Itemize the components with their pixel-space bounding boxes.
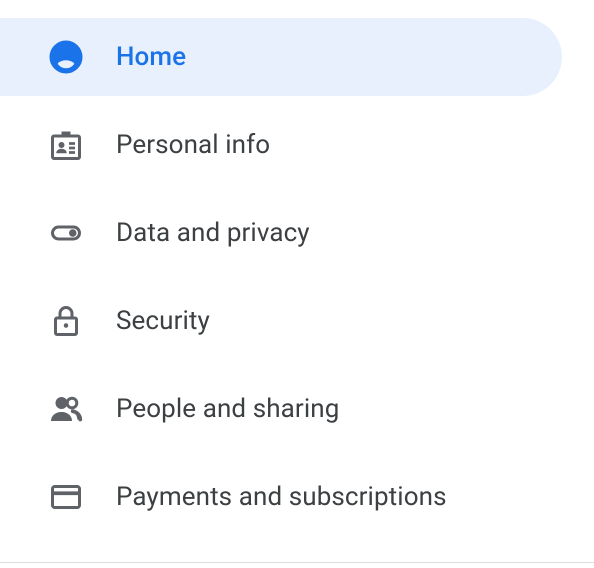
sidebar-item-payments[interactable]: Payments and subscriptions <box>0 458 562 536</box>
sidebar-item-label: Security <box>116 306 210 336</box>
sidebar-item-home[interactable]: Home <box>0 18 562 96</box>
sidebar-nav: Home Personal info Data and privacy <box>0 0 594 536</box>
sidebar-item-label: People and sharing <box>116 394 339 424</box>
divider <box>0 562 594 563</box>
sidebar-item-label: Payments and subscriptions <box>116 482 447 512</box>
sidebar-item-label: Personal info <box>116 130 270 160</box>
sidebar-item-personal-info[interactable]: Personal info <box>0 106 562 184</box>
badge-icon <box>48 127 84 163</box>
sidebar-item-people-sharing[interactable]: People and sharing <box>0 370 562 448</box>
sidebar-item-security[interactable]: Security <box>0 282 562 360</box>
account-circle-icon <box>48 39 84 75</box>
sidebar-item-data-privacy[interactable]: Data and privacy <box>0 194 562 272</box>
sidebar-item-label: Home <box>116 42 186 72</box>
toggle-icon <box>48 215 84 251</box>
sidebar-item-label: Data and privacy <box>116 218 310 248</box>
lock-icon <box>48 303 84 339</box>
people-icon <box>48 391 84 427</box>
credit-card-icon <box>48 479 84 515</box>
